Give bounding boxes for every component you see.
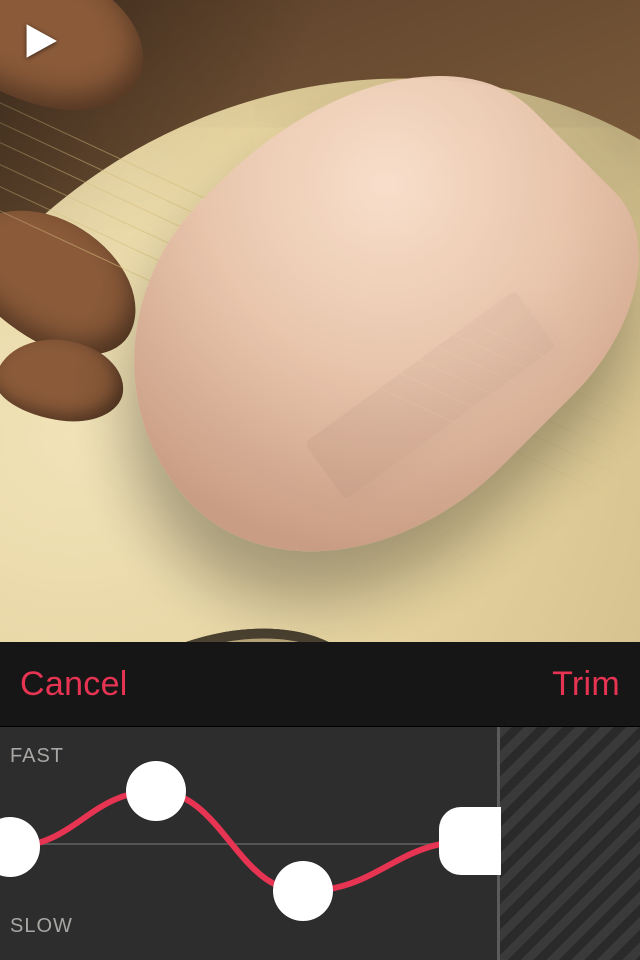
play-icon	[22, 22, 60, 60]
speed-handle[interactable]	[273, 861, 333, 921]
video-preview[interactable]	[0, 0, 640, 642]
trim-button[interactable]: Trim	[552, 665, 620, 704]
disabled-region	[499, 727, 640, 960]
speed-editor[interactable]: FAST SLOW	[0, 727, 640, 960]
play-button[interactable]	[22, 22, 60, 60]
cancel-button[interactable]: Cancel	[20, 665, 128, 704]
action-bar: Cancel Trim	[0, 642, 640, 727]
speed-handle[interactable]	[126, 761, 186, 821]
clip-end-handle[interactable]	[439, 807, 501, 875]
